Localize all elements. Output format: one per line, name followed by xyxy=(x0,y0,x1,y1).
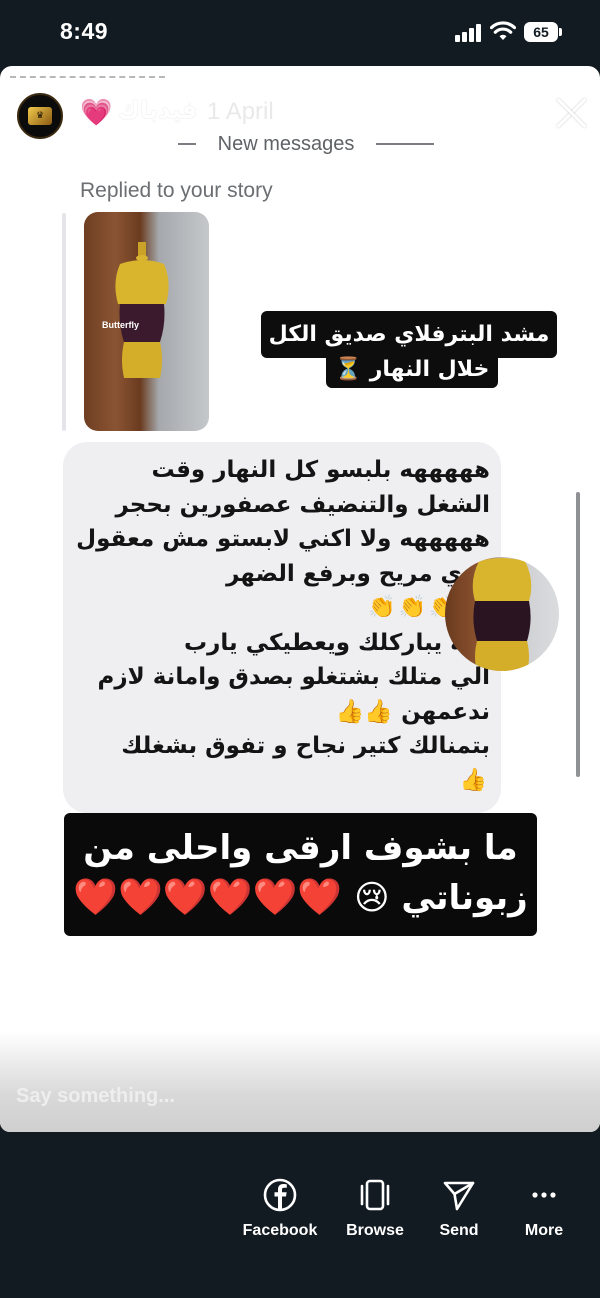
browse-icon xyxy=(360,1179,390,1211)
battery-level: 65 xyxy=(524,22,558,42)
send-button[interactable]: Send xyxy=(414,1178,504,1240)
new-messages-label: New messages xyxy=(217,132,355,155)
message-text: هههههه بلبسو كل النهار وقت الشغل والتنضي… xyxy=(76,453,491,798)
more-icon xyxy=(532,1192,556,1198)
corset-mannequin-image xyxy=(115,242,169,378)
divider-line xyxy=(376,143,434,145)
main-caption-line2: زبوناتي 😢 ❤️❤️❤️❤️❤️❤️ xyxy=(64,873,537,923)
hearts-emoji: ❤️❤️❤️❤️❤️❤️ xyxy=(73,877,343,918)
story-progress-bar xyxy=(10,76,165,78)
brand-logo-icon: ♛ xyxy=(28,107,52,125)
message-line: قدي مريح وبرفع الضهر xyxy=(226,560,490,587)
message-line: هههههه بلبسو كل النهار وقت xyxy=(151,457,490,483)
message-line: الي متلك بشتغلو بصدق وامانة لازم xyxy=(97,664,491,690)
wifi-icon xyxy=(490,21,516,40)
main-caption: ما بشوف ارقى واحلى من زبوناتي 😢 ❤️❤️❤️❤️… xyxy=(64,813,537,936)
status-time: 8:49 xyxy=(60,18,109,44)
scrollbar[interactable] xyxy=(576,492,580,777)
facebook-button[interactable]: Facebook xyxy=(235,1178,325,1240)
facebook-label: Facebook xyxy=(242,1222,318,1239)
message-line: ندعمهن 👍👍 xyxy=(335,698,490,725)
story-thumbnail[interactable]: Butterfly xyxy=(84,212,209,431)
message-line: الشغل والتنضيف عصفورين بحجر xyxy=(115,491,490,518)
reply-quote-bar xyxy=(62,213,66,431)
browse-label: Browse xyxy=(346,1222,404,1239)
bottom-fade xyxy=(0,1006,600,1132)
main-caption-text: زبوناتي 😢 xyxy=(354,878,528,918)
send-label: Send xyxy=(439,1222,479,1239)
more-label: More xyxy=(524,1222,564,1239)
divider-line xyxy=(178,143,196,145)
avatar[interactable]: ♛ xyxy=(17,93,63,139)
message-line: الله يباركلك ويعطيكي يارب xyxy=(184,629,490,656)
cellular-signal-icon xyxy=(455,24,483,42)
message-line: بتمنالك كتير نجاح و تفوق بشغلك xyxy=(121,733,490,759)
send-icon xyxy=(443,1181,475,1211)
username[interactable]: فيدباك xyxy=(118,96,197,125)
post-date: 1 April xyxy=(207,98,274,125)
new-messages-divider: New messages xyxy=(178,132,434,156)
message-line: هههههه ولا اكني لابستو مش معقول xyxy=(76,526,490,552)
story-caption-line: مشد البترفلاي صديق الكل xyxy=(261,311,557,358)
battery-indicator: 65 xyxy=(524,22,562,42)
product-photo xyxy=(445,557,559,671)
more-button[interactable]: More xyxy=(499,1178,589,1240)
heart-emoji: 💗 xyxy=(80,98,113,128)
replied-label: Replied to your story xyxy=(80,179,273,202)
thumbs-up-emoji: 👍 xyxy=(459,767,490,793)
clapping-emoji-row: 👏👏👏👏 xyxy=(368,595,490,620)
corset-product-icon xyxy=(472,558,532,671)
browse-button[interactable]: Browse xyxy=(330,1178,420,1240)
main-caption-line: ما بشوف ارقى واحلى من xyxy=(83,828,518,868)
story-viewer[interactable]: ♛ 💗 فيدباك 1 April New messages Replied … xyxy=(0,66,600,1132)
facebook-icon xyxy=(263,1178,297,1212)
reply-input[interactable] xyxy=(16,1081,416,1111)
story-caption-line: خلال النهار ⏳ xyxy=(326,352,498,388)
close-button[interactable] xyxy=(555,96,589,130)
thumbnail-caption: Butterfly xyxy=(102,320,140,330)
status-bar: 8:49 65 xyxy=(0,0,600,66)
